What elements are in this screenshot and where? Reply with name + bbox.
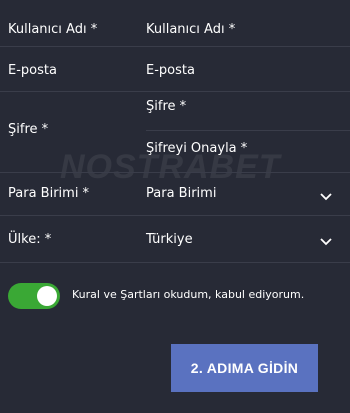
terms-toggle[interactable] bbox=[8, 283, 60, 309]
terms-label: Kural ve Şartları okudum, kabul ediyorum… bbox=[72, 288, 305, 301]
currency-select[interactable]: Para Birimi bbox=[146, 186, 216, 201]
chevron-down-icon[interactable] bbox=[320, 238, 332, 246]
password-divider bbox=[146, 130, 350, 131]
toggle-knob bbox=[37, 286, 57, 306]
password-label: Şifre * bbox=[8, 122, 49, 137]
next-step-button[interactable]: 2. ADIMA GİDİN bbox=[171, 344, 318, 392]
country-label: Ülke: * bbox=[8, 232, 52, 247]
username-input[interactable]: Kullanıcı Adı * bbox=[146, 22, 235, 37]
email-input[interactable]: E-posta bbox=[146, 63, 195, 78]
username-label: Kullanıcı Adı * bbox=[8, 22, 98, 37]
country-select[interactable]: Türkiye bbox=[146, 232, 193, 247]
password-confirm-input[interactable]: Şifreyi Onayla * bbox=[146, 141, 247, 156]
username-row: Kullanıcı Adı * Kullanıcı Adı * bbox=[0, 0, 350, 47]
email-label: E-posta bbox=[8, 63, 57, 78]
currency-row: Para Birimi * Para Birimi bbox=[0, 173, 350, 216]
currency-label: Para Birimi * bbox=[8, 186, 90, 201]
country-row: Ülke: * Türkiye bbox=[0, 216, 350, 263]
chevron-down-icon[interactable] bbox=[320, 193, 332, 201]
email-row: E-posta E-posta bbox=[0, 47, 350, 92]
password-row: Şifre * Şifre * Şifreyi Onayla * bbox=[0, 92, 350, 173]
password-input[interactable]: Şifre * bbox=[146, 99, 186, 114]
